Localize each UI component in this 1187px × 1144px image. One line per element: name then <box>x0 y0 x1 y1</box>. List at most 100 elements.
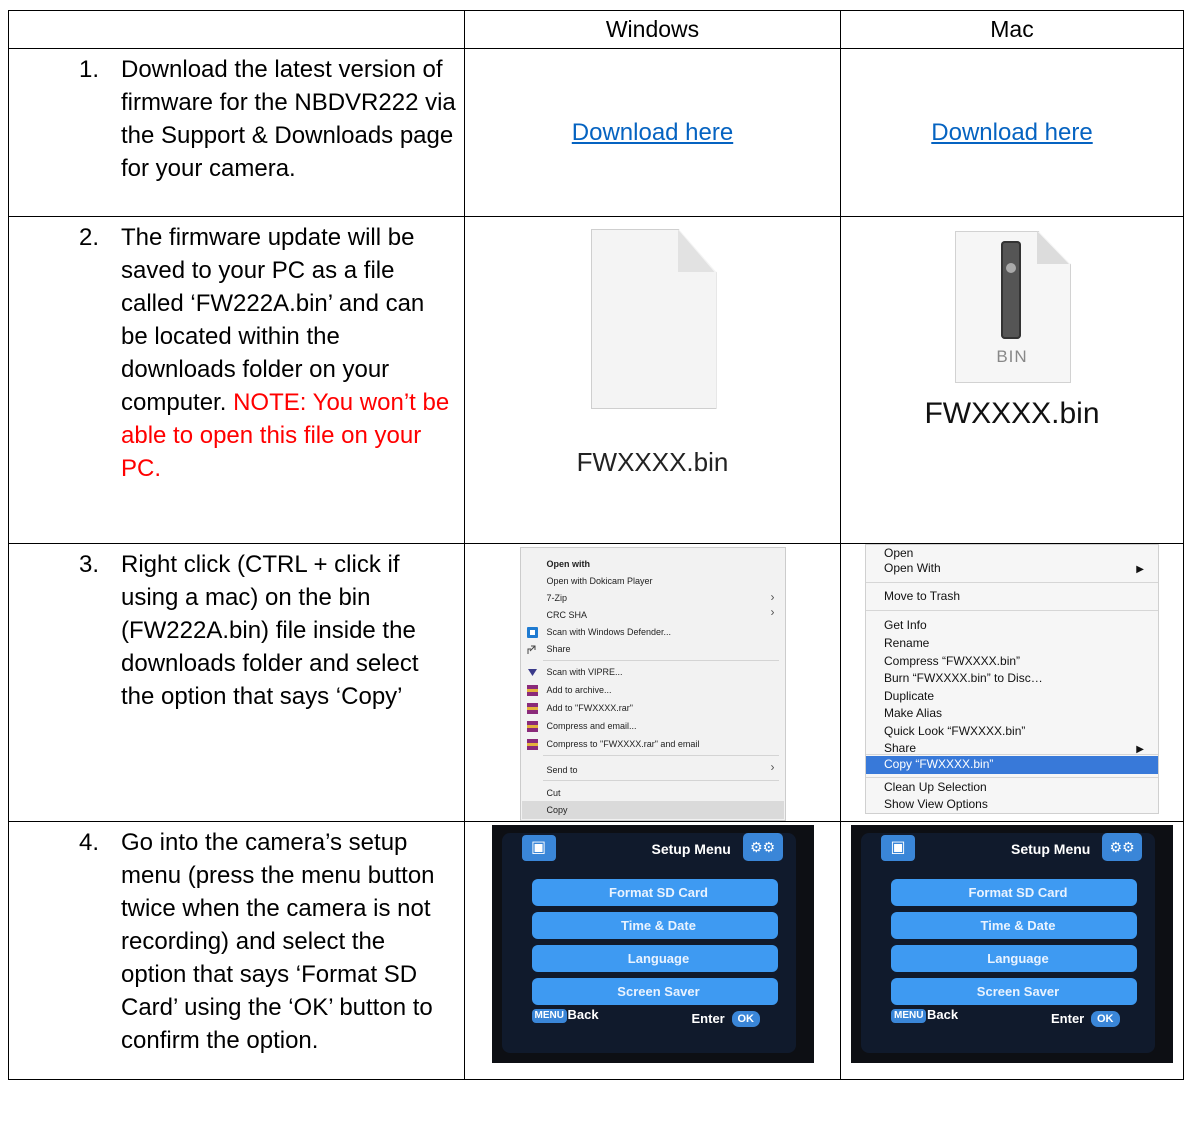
chevron-right-icon: › <box>770 760 775 774</box>
defender-shield-icon <box>526 627 538 638</box>
menu-item-burn[interactable]: Burn “FWXXXX.bin” to Disc… <box>884 670 1043 687</box>
windows-file-name: FWXXXX.bin <box>576 447 729 477</box>
camera-setup-screen: ▣ Setup Menu ⚙⚙ Format SD Card Time & Da… <box>491 825 814 1063</box>
winrar-icon <box>526 739 538 750</box>
menu-item-compress-rar-email[interactable]: Compress to "FWXXXX.rar" and email <box>547 736 700 752</box>
setup-menu-title: Setup Menu <box>1011 841 1091 857</box>
menu-item-rename[interactable]: Rename <box>884 635 929 652</box>
menu-item-duplicate[interactable]: Duplicate <box>884 688 934 705</box>
step-3-cell: 3. Right click (CTRL + click if using a … <box>8 543 465 822</box>
step-number: 1. <box>79 56 100 83</box>
step-2-cell: 2. The firmware update will be saved to … <box>8 216 465 544</box>
back-label: Back <box>567 1007 599 1022</box>
windows-file-cell: FWXXXX.bin <box>464 216 841 544</box>
mac-menu-cell: Open Open With ▶ Move to Trash Get Info … <box>840 543 1184 822</box>
windows-download-link[interactable]: Download here <box>572 119 733 146</box>
video-camera-icon: ▣ <box>521 835 556 861</box>
setup-menu-title: Setup Menu <box>651 841 731 857</box>
option-time-date[interactable]: Time & Date <box>891 912 1137 939</box>
ok-key-badge: OK <box>731 1011 760 1027</box>
menu-item-crc-sha[interactable]: CRC SHA <box>547 607 588 623</box>
menu-item-share[interactable]: Share <box>547 641 571 657</box>
menu-item-7zip[interactable]: 7-Zip <box>547 590 568 606</box>
menu-key-badge: MENU <box>531 1009 567 1023</box>
mac-file-icon[interactable]: BIN <box>955 231 1071 383</box>
menu-item-clean-up-selection[interactable]: Clean Up Selection <box>884 779 987 796</box>
menu-item-open-with[interactable]: Open with <box>547 556 591 572</box>
menu-item-quick-look[interactable]: Quick Look “FWXXXX.bin” <box>884 723 1025 740</box>
option-language[interactable]: Language <box>531 945 778 972</box>
menu-item-show-view-options[interactable]: Show View Options <box>884 796 988 813</box>
winrar-icon <box>526 685 538 696</box>
option-screen-saver[interactable]: Screen Saver <box>891 978 1137 1005</box>
triangle-right-icon: ▶ <box>1136 564 1144 575</box>
menu-item-cut[interactable]: Cut <box>547 785 561 801</box>
instructions-table: Windows Mac 1. Download the latest versi… <box>8 10 1184 1080</box>
menu-item-get-info[interactable]: Get Info <box>884 617 927 634</box>
step-text: Download the latest version of firmware … <box>121 56 456 182</box>
mac-context-menu: Open Open With ▶ Move to Trash Get Info … <box>865 544 1159 814</box>
step-1-cell: 1. Download the latest version of firmwa… <box>8 48 465 217</box>
step-row-4: 4. Go into the camera’s setup menu (pres… <box>8 821 1184 1080</box>
step-number: 2. <box>79 224 100 251</box>
step-row-3: 3. Right click (CTRL + click if using a … <box>8 543 1184 822</box>
step-text: The firmware update will be saved to you… <box>121 224 425 416</box>
winrar-icon <box>526 703 538 714</box>
windows-context-menu: Open with Open with Dokicam Player 7-Zip… <box>519 547 786 821</box>
camera-thumbnail-icon <box>1001 241 1021 339</box>
header-windows: Windows <box>464 10 841 49</box>
bin-label: BIN <box>996 347 1028 366</box>
menu-item-add-to-archive[interactable]: Add to archive... <box>547 682 612 698</box>
menu-item-scan-defender[interactable]: Scan with Windows Defender... <box>547 624 672 640</box>
menu-item-compress[interactable]: Compress “FWXXXX.bin” <box>884 653 1020 670</box>
option-language[interactable]: Language <box>891 945 1137 972</box>
chevron-right-icon: › <box>770 590 775 604</box>
option-format-sd[interactable]: Format SD Card <box>891 879 1137 906</box>
menu-item-add-to-rar[interactable]: Add to "FWXXXX.rar" <box>547 700 633 716</box>
step-number: 3. <box>79 551 100 578</box>
step-text: Go into the camera’s setup menu (press t… <box>121 829 435 1054</box>
step-row-2: 2. The firmware update will be saved to … <box>8 216 1184 544</box>
chevron-right-icon: › <box>770 605 775 619</box>
menu-key-badge: MENU <box>891 1009 927 1023</box>
mac-download-link[interactable]: Download here <box>931 119 1092 146</box>
gear-icon: ⚙⚙ <box>742 833 783 861</box>
menu-item-compress-email[interactable]: Compress and email... <box>547 718 637 734</box>
option-screen-saver[interactable]: Screen Saver <box>531 978 778 1005</box>
vipre-icon <box>527 669 537 676</box>
header-row: Windows Mac <box>8 10 1184 49</box>
mac-file-name: FWXXXX.bin <box>924 397 1100 430</box>
camera-setup-screen: ▣ Setup Menu ⚙⚙ Format SD Card Time & Da… <box>851 825 1173 1063</box>
windows-download-cell: Download here <box>464 48 841 217</box>
mac-file-cell: BIN FWXXXX.bin <box>840 216 1184 544</box>
menu-item-move-to-trash[interactable]: Move to Trash <box>884 588 960 605</box>
menu-item-make-alias[interactable]: Make Alias <box>884 705 942 722</box>
gear-icon: ⚙⚙ <box>1102 833 1142 861</box>
menu-item-send-to[interactable]: Send to <box>547 762 578 778</box>
ok-key-badge: OK <box>1091 1011 1120 1027</box>
windows-camera-cell: ▣ Setup Menu ⚙⚙ Format SD Card Time & Da… <box>464 821 841 1080</box>
step-text: Right click (CTRL + click if using a mac… <box>121 551 419 710</box>
menu-item-open-with-dokicam[interactable]: Open with Dokicam Player <box>547 573 653 589</box>
header-mac: Mac <box>840 10 1184 49</box>
video-camera-icon: ▣ <box>881 835 915 861</box>
menu-item-open-with[interactable]: Open With <box>884 560 941 577</box>
menu-item-copy[interactable]: Copy <box>547 802 568 818</box>
header-empty-cell <box>8 10 465 49</box>
mac-camera-cell: ▣ Setup Menu ⚙⚙ Format SD Card Time & Da… <box>840 821 1184 1080</box>
option-time-date[interactable]: Time & Date <box>531 912 778 939</box>
option-format-sd[interactable]: Format SD Card <box>531 879 778 906</box>
windows-menu-cell: Open with Open with Dokicam Player 7-Zip… <box>464 543 841 822</box>
menu-item-copy[interactable]: Copy “FWXXXX.bin” <box>884 756 993 773</box>
enter-label: Enter <box>1051 1011 1085 1026</box>
step-4-cell: 4. Go into the camera’s setup menu (pres… <box>8 821 465 1080</box>
menu-item-scan-vipre[interactable]: Scan with VIPRE... <box>547 664 623 680</box>
back-label: Back <box>927 1007 959 1022</box>
step-row-1: 1. Download the latest version of firmwa… <box>8 48 1184 217</box>
share-icon <box>527 645 535 654</box>
step-number: 4. <box>79 829 100 856</box>
winrar-icon <box>526 721 538 732</box>
windows-file-icon[interactable] <box>590 229 717 409</box>
enter-label: Enter <box>691 1011 725 1026</box>
mac-download-cell: Download here <box>840 48 1184 217</box>
